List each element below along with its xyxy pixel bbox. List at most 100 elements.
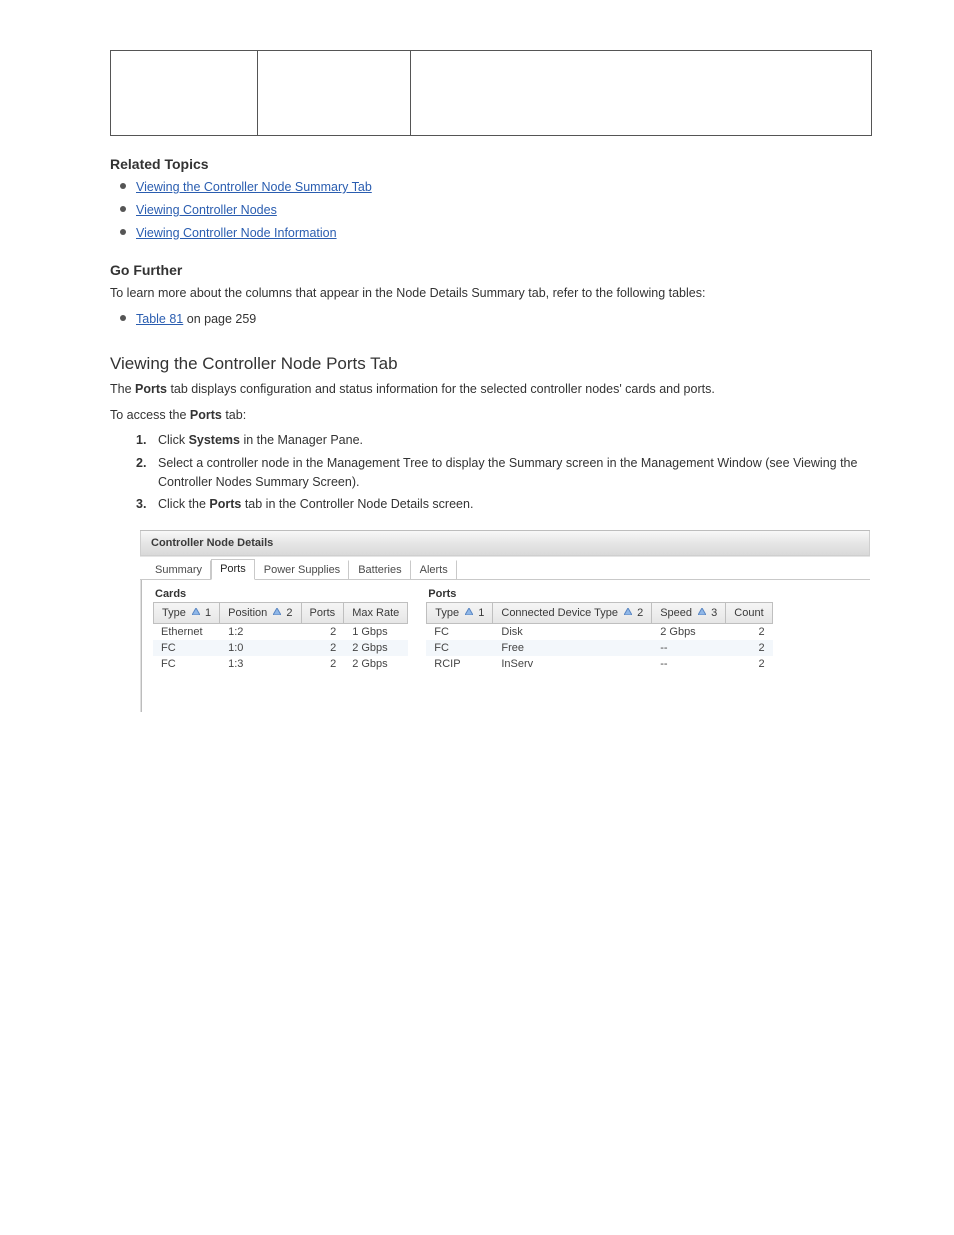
step: 3. Click the Ports tab in the Controller… [136,495,904,514]
col-ports[interactable]: Ports [302,602,345,624]
cell-type: FC [153,640,220,656]
step-number: 1. [136,431,146,450]
cell-speed: -- [652,640,726,656]
sort-index: 3 [711,607,717,619]
cell-speed: 2 Gbps [652,624,726,640]
cell-ports: 2 [302,640,345,656]
step: 1. Click Systems in the Manager Pane. [136,431,904,450]
list-item: Viewing the Controller Node Summary Tab [136,178,904,197]
list-item: Viewing Controller Nodes [136,201,904,220]
col-type[interactable]: Type 1 [153,602,220,624]
step-number: 2. [136,454,146,473]
sort-asc-icon [698,608,706,615]
cell-type: RCIP [426,656,493,672]
related-link[interactable]: Viewing the Controller Node Summary Tab [136,180,372,194]
table-row[interactable]: FC Disk 2 Gbps 2 [426,624,772,640]
col-max-rate[interactable]: Max Rate [344,602,408,624]
cell-cdt: InServ [493,656,652,672]
sort-asc-icon [192,608,200,615]
col-label: Position [228,607,267,619]
related-topics-list: Viewing the Controller Node Summary Tab … [136,178,904,242]
col-speed[interactable]: Speed 3 [652,602,726,624]
cards-heading: Cards [153,588,408,600]
list-item: Viewing Controller Node Information [136,224,904,243]
col-count[interactable]: Count [726,602,772,624]
cell-type: Ethernet [153,624,220,640]
go-further-list: Table 81 on page 259 [136,310,904,329]
tab-ports[interactable]: Ports [211,559,255,580]
tab-summary[interactable]: Summary [146,560,211,580]
cell-maxrate: 2 Gbps [344,656,408,672]
cards-subpanel: Cards Type 1 Position 2 [153,588,408,672]
top-metadata-table [110,50,872,136]
cell-ports: 2 [302,656,345,672]
text: Click the [158,497,209,511]
cell-count: 2 [726,624,772,640]
col-position[interactable]: Position 2 [220,602,301,624]
blank-footer [50,712,904,832]
bold: Systems [189,433,240,447]
table-row[interactable]: FC 1:0 2 2 Gbps [153,640,408,656]
related-link[interactable]: Viewing Controller Nodes [136,203,277,217]
table-row[interactable]: FC 1:3 2 2 Gbps [153,656,408,672]
sort-asc-icon [273,608,281,615]
table-link-rest: on page 259 [183,312,256,326]
cell-cdt: Free [493,640,652,656]
tab-power-supplies[interactable]: Power Supplies [255,560,349,580]
cell-speed: -- [652,656,726,672]
table-row[interactable]: FC Free -- 2 [426,640,772,656]
col-label: Type [162,607,186,619]
col-cdt[interactable]: Connected Device Type 2 [493,602,652,624]
sort-index: 2 [286,607,292,619]
related-link[interactable]: Viewing Controller Node Information [136,226,337,240]
text: The [110,382,135,396]
cell-maxrate: 1 Gbps [344,624,408,640]
ports-subpanel: Ports Type 1 Connected Device Type [426,588,772,672]
ports-table: Type 1 Connected Device Type 2 Speed [426,602,772,672]
text: tab: [222,408,246,422]
cell-position: 1:0 [220,640,301,656]
list-item: Table 81 on page 259 [136,310,904,329]
sort-asc-icon [624,608,632,615]
col-type[interactable]: Type 1 [426,602,493,624]
to-access-line: To access the Ports tab: [110,406,880,425]
steps-list: 1. Click Systems in the Manager Pane. 2.… [136,431,904,514]
table-row[interactable]: RCIP InServ -- 2 [426,656,772,672]
term: Ports [135,382,167,396]
sort-asc-icon [465,608,473,615]
cell-type: FC [426,624,493,640]
cell-count: 2 [726,640,772,656]
col-label: Speed [660,607,692,619]
sort-index: 1 [478,607,484,619]
cell [411,51,872,136]
text: tab in the Controller Node Details scree… [241,497,473,511]
col-label: Max Rate [352,607,399,619]
cell-type: FC [426,640,493,656]
cards-table: Type 1 Position 2 Ports Max Rate [153,602,408,672]
cell [111,51,258,136]
text: tab displays configuration and status in… [167,382,715,396]
cell-maxrate: 2 Gbps [344,640,408,656]
cell-position: 1:3 [220,656,301,672]
col-label: Ports [310,607,336,619]
section-intro: The Ports tab displays configuration and… [110,380,880,399]
table-row[interactable]: Ethernet 1:2 2 1 Gbps [153,624,408,640]
step-number: 3. [136,495,146,514]
cell-position: 1:2 [220,624,301,640]
cell [258,51,411,136]
text: Select a controller node in the Manageme… [158,456,793,470]
text: Click [158,433,189,447]
related-topics-heading: Related Topics [110,156,904,172]
go-further-heading: Go Further [110,262,904,278]
col-label: Count [734,607,763,619]
cell-cdt: Disk [493,624,652,640]
tab-alerts[interactable]: Alerts [411,560,457,580]
col-label: Type [435,607,459,619]
tab-batteries[interactable]: Batteries [349,560,410,580]
col-label: Connected Device Type [501,607,618,619]
table-link[interactable]: Table 81 [136,312,183,326]
controller-node-details-panel: Controller Node Details Summary Ports Po… [140,530,870,712]
ports-heading: Ports [426,588,772,600]
cell-type: FC [153,656,220,672]
tabstrip: Summary Ports Power Supplies Batteries A… [140,556,870,580]
